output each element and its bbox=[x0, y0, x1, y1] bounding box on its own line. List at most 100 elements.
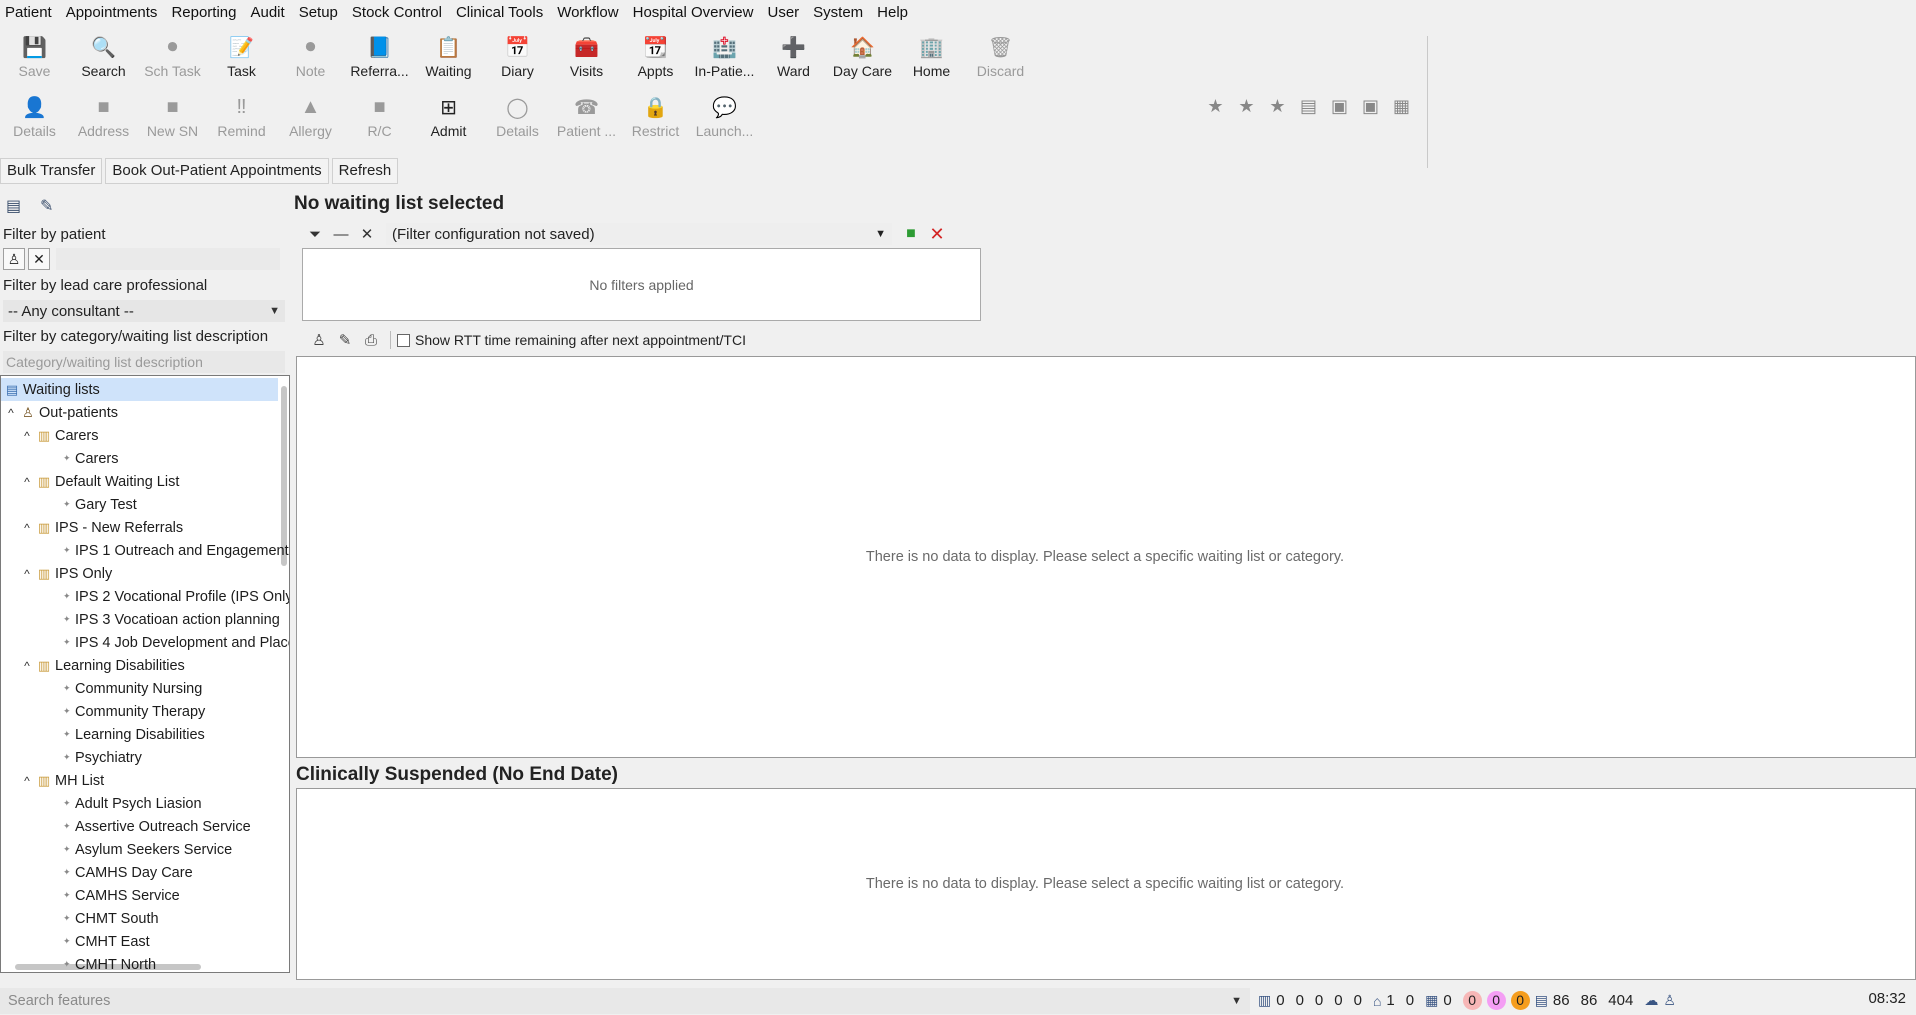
expand-toggle-icon[interactable]: ^ bbox=[21, 567, 33, 581]
expand-toggle-icon[interactable]: ^ bbox=[21, 659, 33, 673]
task-button[interactable]: 📝 Task bbox=[207, 32, 276, 88]
expand-toggle-icon[interactable]: ^ bbox=[21, 774, 33, 788]
waiting-list-tree[interactable]: ▤ Waiting lists ^ ♙ Out-patients ^ ▥ Carers ✦ Car… bbox=[0, 375, 290, 973]
rtt-checkbox-label[interactable]: Show RTT time remaining after next appoi… bbox=[415, 332, 746, 348]
tree-folder[interactable]: ^ ▥ MH List bbox=[1, 769, 104, 792]
ward-button[interactable]: ➕ Ward bbox=[759, 32, 828, 88]
star-icon[interactable]: ★ bbox=[1205, 96, 1226, 116]
restrict-button[interactable]: 🔒 Restrict bbox=[621, 92, 690, 148]
referral-button[interactable]: 📘 Referra... bbox=[345, 32, 414, 88]
tree-item[interactable]: ✦ Asylum Seekers Service bbox=[1, 838, 232, 861]
search-button[interactable]: 🔍 Search bbox=[69, 32, 138, 88]
edit-icon[interactable]: ✎ bbox=[40, 196, 60, 216]
refresh-button[interactable]: Refresh bbox=[331, 158, 399, 184]
details-button[interactable]: 👤 Details bbox=[0, 92, 69, 148]
star-icon[interactable]: ★ bbox=[1236, 96, 1257, 116]
tree-item[interactable]: ✦ Carers bbox=[1, 447, 119, 470]
tree-item[interactable]: ✦ CAMHS Service bbox=[1, 884, 180, 907]
print-preview-icon[interactable]: ▣ bbox=[1360, 96, 1381, 116]
menu-audit[interactable]: Audit bbox=[244, 4, 292, 21]
waiting-list-grid[interactable]: There is no data to display. Please sele… bbox=[296, 356, 1916, 758]
patient-filter-input[interactable] bbox=[56, 248, 280, 270]
patient-icon[interactable]: ♙ bbox=[306, 331, 332, 349]
tree-root[interactable]: ▤ Waiting lists bbox=[1, 378, 278, 401]
details-2-button[interactable]: ◯ Details bbox=[483, 92, 552, 148]
patient-select-button[interactable]: ♙ bbox=[3, 248, 25, 270]
star-icon[interactable]: ★ bbox=[1267, 96, 1288, 116]
tree-item[interactable]: ✦ Psychiatry bbox=[1, 746, 142, 769]
tree-folder[interactable]: ^ ▥ Carers bbox=[1, 424, 98, 447]
menu-hospital-overview[interactable]: Hospital Overview bbox=[627, 4, 762, 21]
tree-item[interactable]: ✦ IPS 4 Job Development and Placement bbox=[1, 631, 289, 654]
tree-item[interactable]: ✦ Gary Test bbox=[1, 493, 137, 516]
menu-stock-control[interactable]: Stock Control bbox=[346, 4, 450, 21]
filter-add-icon[interactable]: ⏷ bbox=[302, 226, 328, 243]
menu-workflow[interactable]: Workflow bbox=[551, 4, 626, 21]
save-button[interactable]: 💾 Save bbox=[0, 32, 69, 88]
category-filter-input[interactable]: Category/waiting list description bbox=[3, 351, 285, 373]
menu-reporting[interactable]: Reporting bbox=[165, 4, 244, 21]
menu-user[interactable]: User bbox=[761, 4, 807, 21]
book-outpatient-appointments-button[interactable]: Book Out-Patient Appointments bbox=[105, 158, 329, 184]
visits-button[interactable]: 🧰 Visits bbox=[552, 32, 621, 88]
address-button[interactable]: ■ Address bbox=[69, 92, 138, 148]
menu-help[interactable]: Help bbox=[871, 4, 916, 21]
close-icon[interactable]: ✕ bbox=[354, 225, 380, 243]
search-features-input[interactable]: Search features ▼ bbox=[0, 987, 1250, 1014]
list-view-icon[interactable]: ▤ bbox=[6, 196, 26, 216]
tree-folder[interactable]: ^ ▥ IPS Only bbox=[1, 562, 112, 585]
appts-button[interactable]: 📆 Appts bbox=[621, 32, 690, 88]
waiting-button[interactable]: 📋 Waiting bbox=[414, 32, 483, 88]
allergy-button[interactable]: ▲ Allergy bbox=[276, 92, 345, 148]
tree-folder[interactable]: ^ ▥ IPS - New Referrals bbox=[1, 516, 183, 539]
edit-icon[interactable]: ✎ bbox=[332, 331, 358, 349]
tree-item[interactable]: ✦ Learning Disabilities bbox=[1, 723, 205, 746]
consultant-select[interactable]: -- Any consultant -- ▼ bbox=[3, 300, 285, 322]
diary-button[interactable]: 📅 Diary bbox=[483, 32, 552, 88]
rtt-checkbox[interactable] bbox=[397, 333, 410, 347]
delete-filter-icon[interactable]: ✕ bbox=[924, 224, 950, 245]
sch-task-button[interactable]: ⏺ Sch Task bbox=[138, 32, 207, 88]
home-button[interactable]: 🏢 Home bbox=[897, 32, 966, 88]
copy-icon[interactable]: ▣ bbox=[1329, 96, 1350, 116]
tree-item[interactable]: ✦ Adult Psych Liasion bbox=[1, 792, 202, 815]
tree-group[interactable]: ^ ♙ Out-patients bbox=[1, 401, 118, 424]
suspended-grid[interactable]: There is no data to display. Please sele… bbox=[296, 788, 1916, 980]
expand-toggle-icon[interactable]: ^ bbox=[5, 406, 17, 420]
expand-toggle-icon[interactable]: ^ bbox=[21, 475, 33, 489]
in-patient-button[interactable]: 🏥 In-Patie... bbox=[690, 32, 759, 88]
tree-item[interactable]: ✦ Assertive Outreach Service bbox=[1, 815, 251, 838]
menu-clinical-tools[interactable]: Clinical Tools bbox=[450, 4, 551, 21]
expand-toggle-icon[interactable]: ^ bbox=[21, 429, 33, 443]
tree-item[interactable]: ✦ Community Nursing bbox=[1, 677, 202, 700]
printer-icon[interactable]: ▦ bbox=[1391, 96, 1412, 116]
bulk-transfer-button[interactable]: Bulk Transfer bbox=[0, 158, 103, 184]
discard-button[interactable]: 🗑 Discard bbox=[966, 32, 1035, 88]
minus-icon[interactable]: — bbox=[328, 226, 354, 243]
admit-button[interactable]: ⊞ Admit bbox=[414, 92, 483, 148]
filter-configuration-select[interactable]: (Filter configuration not saved) ▼ bbox=[386, 223, 892, 245]
printer-icon[interactable]: ⎙ bbox=[358, 332, 384, 349]
menu-setup[interactable]: Setup bbox=[293, 4, 346, 21]
clear-patient-button[interactable]: ✕ bbox=[28, 248, 50, 270]
tree-item[interactable]: ✦ CAMHS Day Care bbox=[1, 861, 193, 884]
rc-button[interactable]: ■ R/C bbox=[345, 92, 414, 148]
tree-item[interactable]: ✦ IPS 3 Vocatioan action planning bbox=[1, 608, 280, 631]
save-filter-icon[interactable]: ■ bbox=[898, 225, 924, 243]
menu-system[interactable]: System bbox=[807, 4, 871, 21]
tree-folder[interactable]: ^ ▥ Learning Disabilities bbox=[1, 654, 185, 677]
expand-toggle-icon[interactable]: ^ bbox=[21, 521, 33, 535]
note-button[interactable]: ⏺ Note bbox=[276, 32, 345, 88]
tree-folder[interactable]: ^ ▥ Default Waiting List bbox=[1, 470, 179, 493]
tree-item[interactable]: ✦ CHMT South bbox=[1, 907, 159, 930]
tree-item[interactable]: ✦ IPS 2 Vocational Profile (IPS Only) bbox=[1, 585, 289, 608]
day-care-button[interactable]: 🏠 Day Care bbox=[828, 32, 897, 88]
tree-item[interactable]: ✦ Community Therapy bbox=[1, 700, 205, 723]
document-icon[interactable]: ▤ bbox=[1298, 96, 1319, 116]
new-sn-button[interactable]: ■ New SN bbox=[138, 92, 207, 148]
launch-button[interactable]: 💬 Launch... bbox=[690, 92, 759, 148]
tree-item[interactable]: ✦ CMHT North bbox=[1, 953, 156, 973]
remind-button[interactable]: ‼ Remind bbox=[207, 92, 276, 148]
patient-contact-button[interactable]: ☎ Patient ... bbox=[552, 92, 621, 148]
tree-item[interactable]: ✦ IPS 1 Outreach and Engagement bbox=[1, 539, 289, 562]
